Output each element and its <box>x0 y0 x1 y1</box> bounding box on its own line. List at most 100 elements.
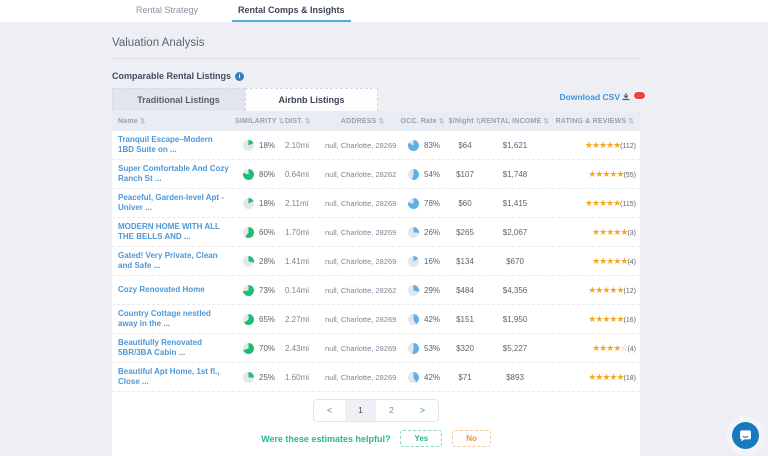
address-cell: null, Charlotte, 28269 <box>325 344 400 353</box>
occupancy-cell: 29% <box>400 285 445 296</box>
sort-icon[interactable]: ⇅ <box>140 117 146 125</box>
similarity-cell: 73% <box>235 285 285 296</box>
pagination-page-1[interactable]: 1 <box>345 400 376 421</box>
night-price-cell: $71 <box>445 373 485 382</box>
pie-chart-icon <box>408 169 419 180</box>
night-price-cell: $484 <box>445 286 485 295</box>
night-price-cell: $151 <box>445 315 485 324</box>
rental-income-cell: $1,950 <box>485 315 545 324</box>
rating-cell: ★★★★★(12) <box>545 285 640 296</box>
similarity-cell: 60% <box>235 227 285 238</box>
feedback-bar: Were these estimates helpful? Yes No <box>112 424 640 456</box>
similarity-cell: 65% <box>235 314 285 325</box>
tab-rental-comps-insights[interactable]: Rental Comps & Insights <box>232 0 351 22</box>
premium-badge-icon <box>633 91 646 100</box>
distance-cell: 2.27mi <box>285 315 325 324</box>
listing-name-link[interactable]: Super Comfortable And Cozy Ranch St ... <box>112 164 235 185</box>
download-icon <box>622 93 630 101</box>
col-header-similarity[interactable]: SIMILARITY⇅ <box>235 117 285 125</box>
distance-cell: 1.70mi <box>285 228 325 237</box>
feedback-yes-button[interactable]: Yes <box>400 430 442 447</box>
pie-chart-icon <box>243 285 254 296</box>
address-cell: null, Charlotte, 28269 <box>325 373 400 382</box>
listing-name-link[interactable]: Peaceful, Garden-level Apt - Univer ... <box>112 193 235 214</box>
star-rating-icon: ★★★★★ <box>588 314 623 324</box>
title-divider <box>112 58 640 59</box>
star-rating-icon: ★★★★★ <box>585 140 620 150</box>
occupancy-cell: 42% <box>400 314 445 325</box>
col-header-name[interactable]: Name⇅ <box>112 117 235 125</box>
sort-icon[interactable]: ⇅ <box>305 117 311 125</box>
chat-launcher-button[interactable] <box>732 422 759 449</box>
night-price-cell: $265 <box>445 228 485 237</box>
address-cell: null, Charlotte, 28262 <box>325 286 400 295</box>
feedback-no-button[interactable]: No <box>452 430 491 447</box>
similarity-cell: 28% <box>235 256 285 267</box>
feedback-question: Were these estimates helpful? <box>261 434 390 444</box>
pagination-prev-button[interactable]: < <box>314 400 345 421</box>
distance-cell: 1.41mi <box>285 257 325 266</box>
info-icon[interactable]: i <box>235 72 244 81</box>
pie-chart-icon <box>243 169 254 180</box>
listing-name-link[interactable]: Cozy Renovated Home <box>112 285 235 295</box>
col-header-address[interactable]: ADDRESS⇅ <box>325 117 400 125</box>
download-csv-label: Download CSV <box>560 92 620 102</box>
pie-chart-icon <box>408 140 419 151</box>
pie-chart-icon <box>408 256 419 267</box>
listing-name-link[interactable]: MODERN HOME WITH ALL THE BELLS AND ... <box>112 222 235 243</box>
col-header-rating-reviews[interactable]: RATING & REVIEWS⇅ <box>545 117 640 125</box>
night-price-cell: $320 <box>445 344 485 353</box>
rental-income-cell: $4,356 <box>485 286 545 295</box>
rating-cell: ★★★★★(112) <box>545 140 640 151</box>
similarity-cell: 80% <box>235 169 285 180</box>
tab-rental-strategy[interactable]: Rental Strategy <box>130 0 204 22</box>
pagination-next-button[interactable]: > <box>407 400 438 421</box>
sort-icon[interactable]: ⇅ <box>279 117 285 125</box>
address-cell: null, Charlotte, 28269 <box>325 228 400 237</box>
listing-name-link[interactable]: Beautifully Renovated 5BR/3BA Cabin ... <box>112 338 235 359</box>
pie-chart-icon <box>408 314 419 325</box>
rental-income-cell: $1,748 <box>485 170 545 179</box>
star-rating-icon: ★★★★★ <box>588 169 623 179</box>
chat-bubble-icon <box>738 428 753 443</box>
col-header-rental-income[interactable]: RENTAL INCOME⇅ <box>485 117 545 125</box>
download-csv-link[interactable]: Download CSV <box>560 92 646 102</box>
address-cell: null, Charlotte, 28269 <box>325 199 400 208</box>
col-header-night[interactable]: $/Night⇅ <box>445 117 485 125</box>
similarity-cell: 18% <box>235 140 285 151</box>
address-cell: null, Charlotte, 28269 <box>325 257 400 266</box>
tab-traditional-listings[interactable]: Traditional Listings <box>112 88 245 111</box>
rating-cell: ★★★★★(3) <box>545 227 640 238</box>
listing-name-link[interactable]: Beautiful Apt Home, 1st fl., Close ... <box>112 367 235 388</box>
listing-name-link[interactable]: Gated! Very Private, Clean and Safe ... <box>112 251 235 272</box>
valuation-analysis-section: Valuation Analysis Comparable Rental Lis… <box>112 22 640 456</box>
distance-cell: 0.64mi <box>285 170 325 179</box>
occupancy-cell: 53% <box>400 343 445 354</box>
listing-name-link[interactable]: Country Cottage nestled away in the ... <box>112 309 235 330</box>
pagination-page-2[interactable]: 2 <box>376 400 407 421</box>
comparable-listings-title: Comparable Rental Listings <box>112 71 231 81</box>
pie-chart-icon <box>408 285 419 296</box>
similarity-cell: 25% <box>235 372 285 383</box>
distance-cell: 2.11mi <box>285 199 325 208</box>
table-row: MODERN HOME WITH ALL THE BELLS AND ...60… <box>112 218 640 247</box>
tab-airbnb-listings[interactable]: Airbnb Listings <box>245 88 378 111</box>
star-rating-icon: ★★★★☆ <box>592 343 627 353</box>
address-cell: null, Charlotte, 28269 <box>325 141 400 150</box>
sort-icon[interactable]: ⇅ <box>628 117 634 125</box>
col-header-occ-rate[interactable]: OCC. Rate⇅ <box>400 117 445 125</box>
address-cell: null, Charlotte, 28269 <box>325 315 400 324</box>
pie-chart-icon <box>243 372 254 383</box>
rental-income-cell: $670 <box>485 257 545 266</box>
sort-icon[interactable]: ⇅ <box>378 117 384 125</box>
distance-cell: 2.10mi <box>285 141 325 150</box>
pie-chart-icon <box>243 227 254 238</box>
pie-chart-icon <box>408 372 419 383</box>
col-header-dist[interactable]: DIST.⇅ <box>285 117 325 125</box>
pie-chart-icon <box>243 343 254 354</box>
listing-name-link[interactable]: Tranquil Escape–Modern 1BD Suite on ... <box>112 135 235 156</box>
distance-cell: 1.60mi <box>285 373 325 382</box>
pie-chart-icon <box>243 314 254 325</box>
rental-income-cell: $1,415 <box>485 199 545 208</box>
sort-icon[interactable]: ⇅ <box>439 117 445 125</box>
